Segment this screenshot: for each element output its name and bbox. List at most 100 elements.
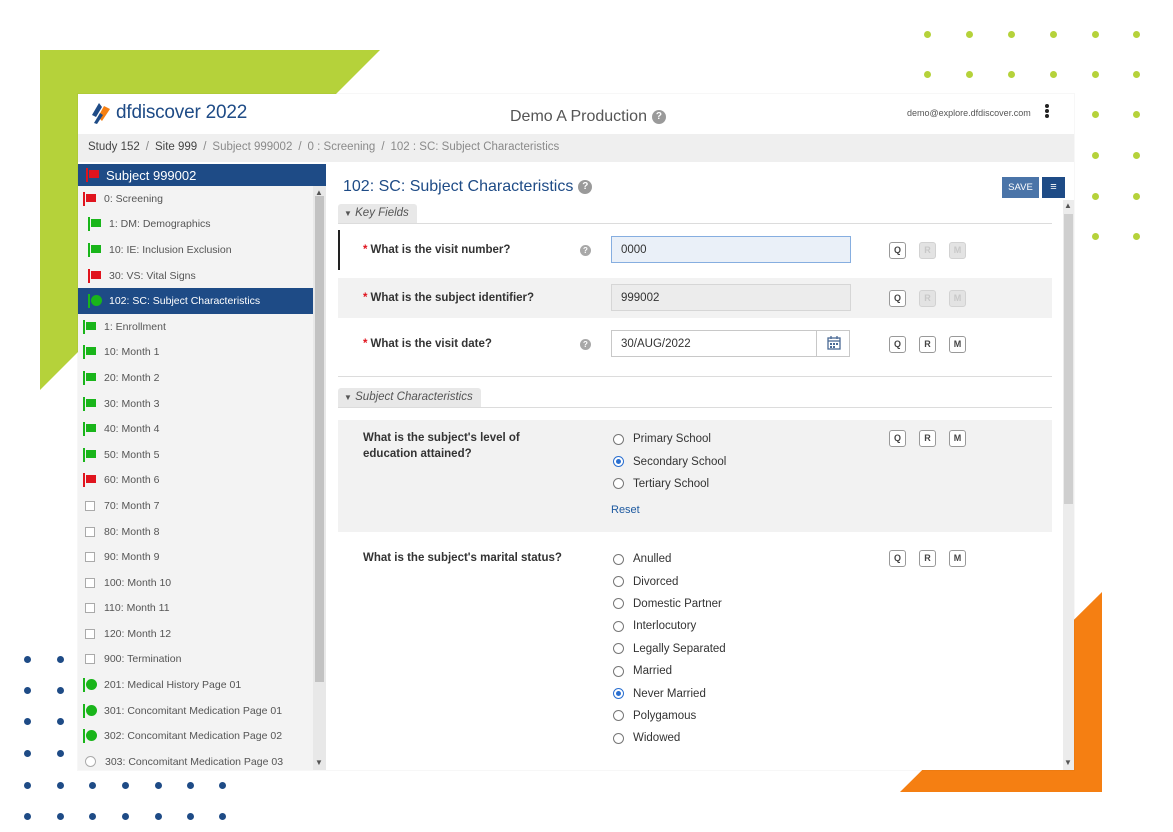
kebab-menu-icon[interactable] bbox=[1044, 104, 1050, 122]
sidebar-item[interactable]: 302: Concomitant Medication Page 02 bbox=[78, 723, 313, 749]
radio-button-icon[interactable] bbox=[613, 478, 624, 490]
sidebar-item[interactable]: 0: Screening bbox=[78, 186, 313, 212]
field-help-icon[interactable]: ? bbox=[580, 339, 591, 350]
scroll-up-icon[interactable]: ▲ bbox=[1064, 201, 1072, 210]
education-option[interactable]: Secondary School bbox=[613, 450, 726, 472]
marital-option[interactable]: Divorced bbox=[613, 570, 726, 592]
sidebar-item-label: 100: Month 10 bbox=[104, 576, 172, 589]
radio-button-icon[interactable] bbox=[613, 456, 624, 468]
sidebar-header[interactable]: Subject 999002 bbox=[78, 164, 326, 186]
marital-option[interactable]: Interlocutory bbox=[613, 615, 726, 637]
decorative-dot bbox=[1092, 193, 1099, 200]
metadata-button[interactable]: M bbox=[949, 550, 966, 567]
radio-button-icon[interactable] bbox=[613, 688, 624, 700]
radio-button-icon[interactable] bbox=[613, 598, 624, 610]
sidebar-item[interactable]: 70: Month 7 bbox=[78, 493, 313, 519]
query-button[interactable]: Q bbox=[889, 430, 906, 447]
radio-button-icon[interactable] bbox=[613, 620, 624, 632]
sidebar-item[interactable]: 301: Concomitant Medication Page 01 bbox=[78, 698, 313, 724]
user-email[interactable]: demo@explore.dfdiscover.com bbox=[907, 108, 1031, 118]
help-icon[interactable]: ? bbox=[578, 180, 593, 194]
radio-button-icon[interactable] bbox=[613, 433, 624, 445]
visit-date-input[interactable] bbox=[611, 330, 817, 357]
metadata-button[interactable]: M bbox=[949, 336, 966, 353]
visit-number-label: * What is the visit number? bbox=[363, 244, 511, 256]
sidebar-item[interactable]: 10: Month 1 bbox=[78, 340, 313, 366]
decorative-dot bbox=[57, 750, 64, 757]
marital-option[interactable]: Anulled bbox=[613, 548, 726, 570]
sidebar-item[interactable]: 201: Medical History Page 01 bbox=[78, 672, 313, 698]
radio-button-icon[interactable] bbox=[613, 665, 624, 677]
query-button[interactable]: Q bbox=[889, 336, 906, 353]
marital-option-label: Never Married bbox=[633, 687, 706, 700]
form-scrollbar[interactable]: ▲ ▼ bbox=[1063, 200, 1074, 770]
radio-button-icon[interactable] bbox=[613, 553, 624, 565]
logo-text: dfdiscover 2022 bbox=[116, 102, 248, 123]
sidebar-item[interactable]: 303: Concomitant Medication Page 03 bbox=[78, 749, 313, 770]
breadcrumb-site[interactable]: Site 999 bbox=[155, 141, 197, 153]
decorative-dot bbox=[89, 813, 96, 820]
metadata-button: M bbox=[949, 290, 966, 307]
sidebar-item-label: 30: VS: Vital Signs bbox=[109, 269, 196, 282]
sidebar-item[interactable]: 80: Month 8 bbox=[78, 519, 313, 545]
radio-button-icon[interactable] bbox=[613, 576, 624, 588]
education-option[interactable]: Primary School bbox=[613, 428, 726, 450]
marital-option[interactable]: Domestic Partner bbox=[613, 593, 726, 615]
field-row-education: What is the subject's level of education… bbox=[338, 420, 1052, 532]
sidebar-item[interactable]: 110: Month 11 bbox=[78, 596, 313, 622]
sidebar-scrollbar[interactable]: ▲ ▼ bbox=[313, 186, 326, 770]
breadcrumb-visit[interactable]: 0 : Screening bbox=[308, 141, 376, 153]
sidebar-item-label: 0: Screening bbox=[104, 192, 163, 205]
query-button[interactable]: Q bbox=[889, 550, 906, 567]
sidebar-item[interactable]: 102: SC: Subject Characteristics bbox=[78, 288, 313, 314]
sidebar-item[interactable]: 900: Termination bbox=[78, 647, 313, 673]
sidebar-item[interactable]: 60: Month 6 bbox=[78, 468, 313, 494]
decorative-dot bbox=[89, 782, 96, 789]
radio-button-icon[interactable] bbox=[613, 643, 624, 655]
query-button[interactable]: Q bbox=[889, 242, 906, 259]
sidebar-item[interactable]: 100: Month 10 bbox=[78, 570, 313, 596]
sidebar-item[interactable]: 30: VS: Vital Signs bbox=[78, 263, 313, 289]
sidebar-scroll-thumb[interactable] bbox=[315, 196, 324, 682]
form-menu-button[interactable]: ≡ bbox=[1042, 177, 1065, 198]
sidebar-item[interactable]: 90: Month 9 bbox=[78, 544, 313, 570]
green-flag-icon bbox=[83, 729, 97, 744]
marital-option[interactable]: Never Married bbox=[613, 682, 726, 704]
save-button[interactable]: SAVE bbox=[1002, 177, 1039, 198]
marital-option[interactable]: Married bbox=[613, 660, 726, 682]
form-scroll-thumb[interactable] bbox=[1064, 214, 1073, 504]
section-key-fields[interactable]: ▼ Key Fields bbox=[338, 204, 417, 224]
decorative-dot bbox=[187, 813, 194, 820]
radio-button-icon[interactable] bbox=[613, 732, 624, 744]
scroll-down-icon[interactable]: ▼ bbox=[1064, 758, 1072, 767]
field-help-icon[interactable]: ? bbox=[580, 245, 591, 256]
sidebar-item[interactable]: 20: Month 2 bbox=[78, 365, 313, 391]
breadcrumb-study[interactable]: Study 152 bbox=[88, 141, 140, 153]
sidebar-item[interactable]: 10: IE: Inclusion Exclusion bbox=[78, 237, 313, 263]
sidebar-item[interactable]: 1: Enrollment bbox=[78, 314, 313, 340]
metadata-button[interactable]: M bbox=[949, 430, 966, 447]
scroll-down-icon[interactable]: ▼ bbox=[315, 758, 323, 767]
section-subject-characteristics[interactable]: ▼ Subject Characteristics bbox=[338, 388, 481, 408]
reason-button[interactable]: R bbox=[919, 336, 936, 353]
reason-button[interactable]: R bbox=[919, 430, 936, 447]
query-button[interactable]: Q bbox=[889, 290, 906, 307]
checkbox-icon bbox=[85, 628, 95, 639]
reason-button[interactable]: R bbox=[919, 550, 936, 567]
sidebar-item[interactable]: 50: Month 5 bbox=[78, 442, 313, 468]
calendar-button[interactable] bbox=[816, 330, 850, 357]
breadcrumb-subject[interactable]: Subject 999002 bbox=[212, 141, 292, 153]
marital-option[interactable]: Widowed bbox=[613, 727, 726, 749]
marital-status-label: What is the subject's marital status? bbox=[363, 552, 562, 564]
marital-option[interactable]: Legally Separated bbox=[613, 638, 726, 660]
radio-button-icon[interactable] bbox=[613, 710, 624, 722]
reset-link[interactable]: Reset bbox=[611, 504, 640, 516]
education-option[interactable]: Tertiary School bbox=[613, 473, 726, 495]
sidebar-item[interactable]: 40: Month 4 bbox=[78, 416, 313, 442]
sidebar-item[interactable]: 1: DM: Demographics bbox=[78, 212, 313, 238]
visit-number-input[interactable] bbox=[611, 236, 851, 263]
help-icon[interactable]: ? bbox=[651, 110, 666, 124]
marital-option[interactable]: Polygamous bbox=[613, 705, 726, 727]
sidebar-item[interactable]: 120: Month 12 bbox=[78, 621, 313, 647]
sidebar-item[interactable]: 30: Month 3 bbox=[78, 391, 313, 417]
